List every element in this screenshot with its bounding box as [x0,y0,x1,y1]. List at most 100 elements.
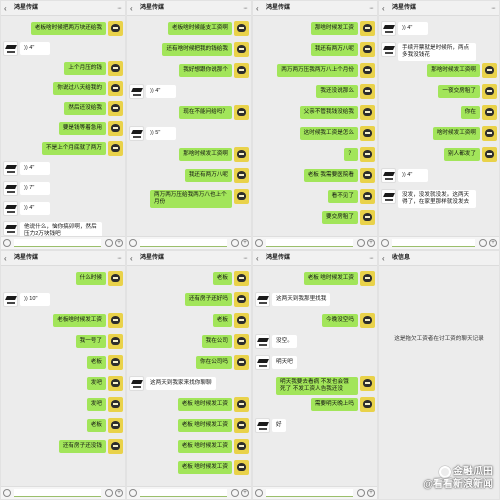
message-bubble[interactable]: 老板 啥时候发工资 [177,461,232,474]
emoji-icon[interactable] [231,239,239,247]
voice-message-bubble[interactable]: 10" [20,293,50,306]
my-avatar[interactable] [234,313,249,328]
more-options-icon[interactable]: ··· [243,1,248,16]
voice-message-bubble[interactable]: 5" [146,127,176,140]
message-input[interactable] [392,239,475,247]
contact-avatar[interactable] [255,292,270,307]
message-bubble[interactable]: 老板 啥时候发工资 [177,440,232,453]
my-avatar[interactable] [360,313,375,328]
emoji-icon[interactable] [357,489,365,497]
message-bubble[interactable]: 你说过八天给我的 [53,82,106,95]
more-options-icon[interactable]: ··· [243,251,248,266]
message-input[interactable] [14,239,101,247]
message-bubble[interactable]: 老板 [212,272,232,285]
my-avatar[interactable] [234,105,249,120]
message-bubble[interactable]: 我一号了 [75,335,106,348]
contact-avatar[interactable] [255,418,270,433]
contact-avatar[interactable] [3,221,18,236]
my-avatar[interactable] [234,355,249,370]
more-options-icon[interactable]: ··· [117,1,122,16]
message-bubble[interactable]: 老板 [86,356,106,369]
voice-input-icon[interactable] [381,239,389,247]
voice-input-icon[interactable] [129,489,137,497]
voice-message-bubble[interactable]: 4" [398,22,428,35]
my-avatar[interactable] [108,141,123,156]
message-bubble[interactable]: ？ [344,148,358,161]
my-avatar[interactable] [482,63,497,78]
message-bubble[interactable]: 没空。 [272,335,297,348]
my-avatar[interactable] [360,189,375,204]
my-avatar[interactable] [360,397,375,412]
message-bubble[interactable]: 一夜交房租了 [438,85,480,98]
message-input[interactable] [140,489,227,497]
message-input[interactable] [266,239,353,247]
message-bubble[interactable]: 我还有两万八呢 [184,169,232,182]
plus-icon[interactable]: + [241,489,249,497]
my-avatar[interactable] [234,397,249,412]
my-avatar[interactable] [482,105,497,120]
more-options-icon[interactable]: ··· [369,251,374,266]
my-avatar[interactable] [234,460,249,475]
my-avatar[interactable] [482,126,497,141]
message-bubble[interactable]: 老板 啥时候发工资 [303,272,358,285]
message-bubble[interactable]: 发吧 [86,377,106,390]
my-avatar[interactable] [108,271,123,286]
message-bubble[interactable]: 你在 [460,106,480,119]
emoji-icon[interactable] [479,239,487,247]
message-bubble[interactable]: 上个月压的钱 [64,62,106,75]
contact-avatar[interactable] [381,21,396,36]
message-bubble[interactable]: 你在公司吗 [196,356,232,369]
voice-message-bubble[interactable]: 4" [398,169,428,182]
message-bubble[interactable]: 手续开票就是时候所，两点多我没钱花 [398,43,476,61]
message-bubble[interactable]: 这时候我工资是怎么 [299,127,358,140]
message-bubble[interactable]: 那啥时候发工资啊 [427,64,480,77]
my-avatar[interactable] [108,101,123,116]
my-avatar[interactable] [234,168,249,183]
voice-input-icon[interactable] [129,239,137,247]
message-bubble[interactable]: 老板 [212,314,232,327]
back-arrow-icon[interactable]: ‹ [256,251,259,266]
message-bubble[interactable]: 两万两万压我两万八上个月份 [277,64,358,77]
my-avatar[interactable] [360,63,375,78]
message-bubble[interactable]: 需要明天晚上吗 [310,398,358,411]
message-bubble[interactable]: 不是上个月底就了两万 [42,142,106,155]
my-avatar[interactable] [360,126,375,141]
back-arrow-icon[interactable]: ‹ [382,251,385,266]
voice-message-bubble[interactable]: 4" [20,202,50,215]
more-options-icon[interactable]: ··· [491,1,496,16]
plus-icon[interactable]: + [367,239,375,247]
my-avatar[interactable] [108,121,123,136]
message-bubble[interactable]: 那啥时候发工资 [310,22,358,35]
contact-avatar[interactable] [3,201,18,216]
message-bubble[interactable]: 啥时候发工资啊 [432,127,480,140]
my-avatar[interactable] [234,42,249,57]
my-avatar[interactable] [360,210,375,225]
contact-avatar[interactable] [129,376,144,391]
my-avatar[interactable] [234,292,249,307]
contact-avatar[interactable] [129,84,144,99]
back-arrow-icon[interactable]: ‹ [382,1,385,16]
my-avatar[interactable] [108,439,123,454]
message-bubble[interactable]: 明天吧 [272,356,297,369]
message-bubble[interactable]: 好 [272,419,286,432]
message-input[interactable] [140,239,227,247]
my-avatar[interactable] [234,439,249,454]
voice-message-bubble[interactable]: 7" [20,182,50,195]
my-avatar[interactable] [108,397,123,412]
message-bubble[interactable]: 明天我要去看病 不发也会饿死了 不发工资人告我还没 [276,377,358,395]
message-input[interactable] [14,489,101,497]
message-bubble[interactable]: 还有房子还好吗 [184,293,232,306]
more-options-icon[interactable]: ··· [117,251,122,266]
message-bubble[interactable]: 老板 我需要医院看 [303,169,358,182]
contact-avatar[interactable] [255,355,270,370]
message-bubble[interactable]: 然后还没给我 [64,102,106,115]
contact-avatar[interactable] [381,42,396,57]
my-avatar[interactable] [234,147,249,162]
voice-input-icon[interactable] [3,239,11,247]
emoji-icon[interactable] [357,239,365,247]
my-avatar[interactable] [360,105,375,120]
message-bubble[interactable]: 还有啥时候把我的钱给我 [162,43,232,56]
plus-icon[interactable]: + [115,239,123,247]
my-avatar[interactable] [360,168,375,183]
my-avatar[interactable] [360,147,375,162]
